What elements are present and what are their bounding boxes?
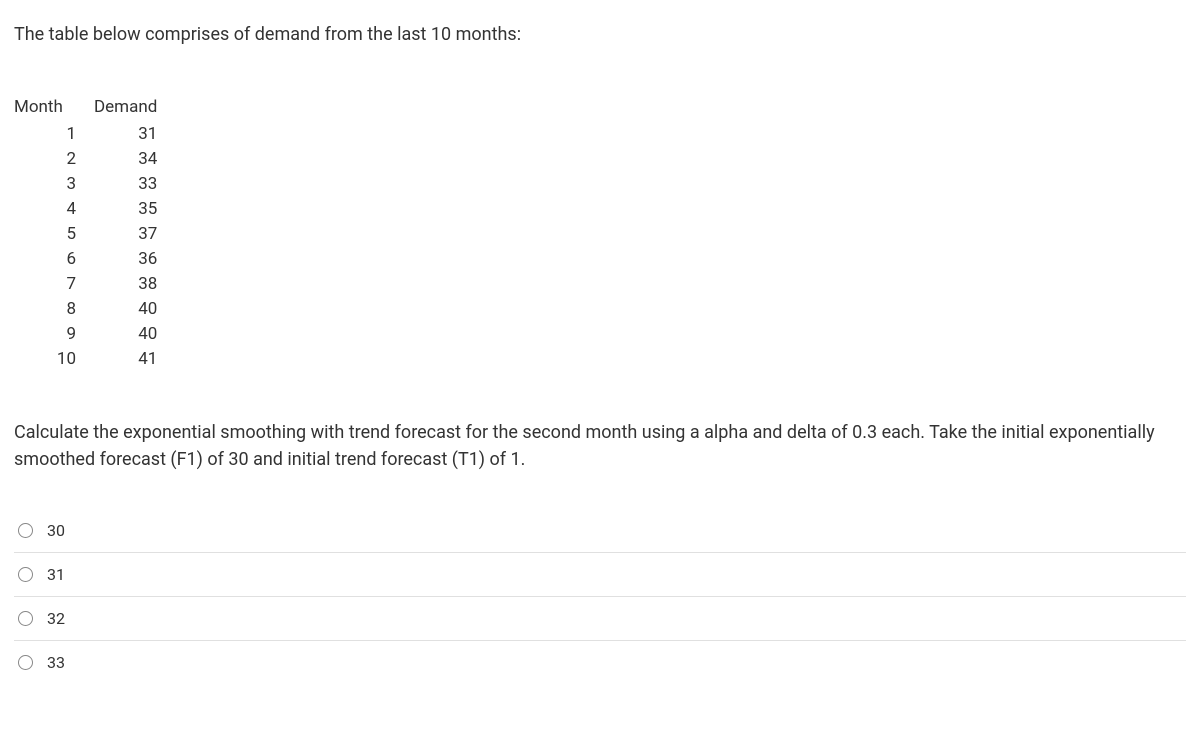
option-label: 32	[47, 609, 65, 628]
cell-demand: 33	[94, 171, 187, 196]
table-row: 636	[14, 246, 187, 271]
option-label: 31	[47, 565, 65, 584]
cell-month: 4	[14, 196, 94, 221]
cell-month: 6	[14, 246, 94, 271]
radio-icon[interactable]	[18, 611, 33, 626]
intro-text: The table below comprises of demand from…	[14, 24, 1186, 45]
table-row: 840	[14, 296, 187, 321]
table-row: 234	[14, 146, 187, 171]
cell-month: 7	[14, 271, 94, 296]
question-text: Calculate the exponential smoothing with…	[14, 419, 1186, 473]
cell-demand: 31	[94, 121, 187, 146]
answer-option[interactable]: 32	[14, 597, 1186, 641]
option-label: 30	[47, 521, 65, 540]
table-row: 1041	[14, 346, 187, 371]
cell-demand: 36	[94, 246, 187, 271]
answer-option[interactable]: 31	[14, 553, 1186, 597]
cell-month: 5	[14, 221, 94, 246]
cell-demand: 40	[94, 321, 187, 346]
table-row: 131	[14, 121, 187, 146]
table-row: 333	[14, 171, 187, 196]
cell-demand: 35	[94, 196, 187, 221]
cell-demand: 41	[94, 346, 187, 371]
table-row: 940	[14, 321, 187, 346]
cell-month: 1	[14, 121, 94, 146]
header-demand: Demand	[94, 93, 187, 121]
cell-demand: 37	[94, 221, 187, 246]
table-row: 738	[14, 271, 187, 296]
cell-demand: 40	[94, 296, 187, 321]
header-month: Month	[14, 93, 94, 121]
option-label: 33	[47, 653, 65, 672]
cell-demand: 38	[94, 271, 187, 296]
table-row: 435	[14, 196, 187, 221]
cell-month: 9	[14, 321, 94, 346]
radio-icon[interactable]	[18, 567, 33, 582]
cell-month: 8	[14, 296, 94, 321]
cell-month: 10	[14, 346, 94, 371]
demand-table: Month Demand 131234333435537636738840940…	[14, 93, 187, 371]
cell-month: 3	[14, 171, 94, 196]
cell-demand: 34	[94, 146, 187, 171]
radio-icon[interactable]	[18, 523, 33, 538]
answer-option[interactable]: 33	[14, 641, 1186, 684]
cell-month: 2	[14, 146, 94, 171]
answer-option[interactable]: 30	[14, 509, 1186, 553]
radio-icon[interactable]	[18, 655, 33, 670]
table-row: 537	[14, 221, 187, 246]
answer-options: 30 31 32 33	[14, 509, 1186, 684]
